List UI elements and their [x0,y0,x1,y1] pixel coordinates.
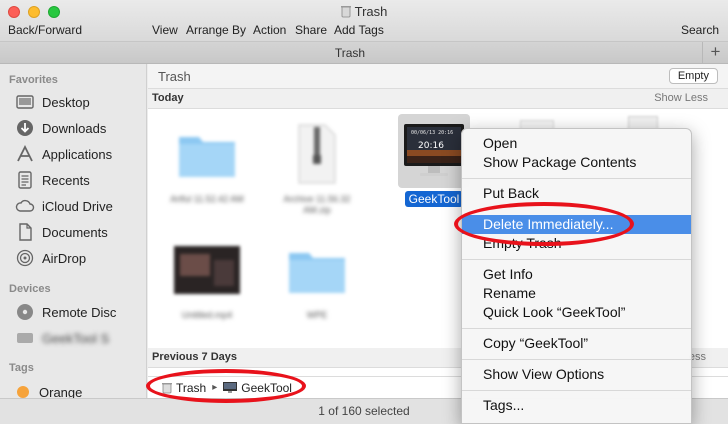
sidebar-header-tags: Tags [9,362,34,374]
sidebar-item-airdrop[interactable]: AirDrop [15,247,86,269]
path-crumb-geektool[interactable]: GeekTool [223,381,292,395]
sidebar-item-label: GeekTool S [42,330,110,346]
sidebar-item-desktop[interactable]: Desktop [15,91,90,113]
chevron-right-icon: ▸ [212,382,218,393]
menu-item-put-back[interactable]: Put Back [462,184,691,203]
back-forward-button[interactable]: Back/Forward [8,23,82,37]
folder-icon [171,118,243,190]
menu-item-rename[interactable]: Rename [462,284,691,303]
menu-item-quick-look[interactable]: Quick Look “GeekTool” [462,303,691,322]
sidebar-item-recents[interactable]: Recents [15,169,90,191]
new-tab-button[interactable]: + [702,42,728,64]
show-less-link[interactable]: Show Less [654,92,708,104]
sidebar-item-label: Orange [39,384,83,399]
tab-trash[interactable]: Trash [0,46,700,60]
folder-icon [281,234,353,306]
menu-item-show-view-options[interactable]: Show View Options [462,365,691,384]
arrange-by-button[interactable]: Arrange By [186,23,246,37]
trash-icon [162,382,172,393]
sidebar-header-favorites: Favorites [9,74,58,86]
sidebar-item-remote-disc[interactable]: Remote Disc [15,301,116,323]
menu-item-empty-trash[interactable]: Empty Trash [462,234,691,253]
share-button[interactable]: Share [295,23,327,37]
disc-icon [15,303,35,321]
file-item[interactable]: Artful 11.52.42 AM [166,118,248,205]
search-button[interactable]: Search [681,23,719,37]
toolbar: Trash Back/Forward View Arrange By Actio… [0,0,728,42]
sidebar-item-label: Downloads [42,120,107,136]
action-button[interactable]: Action [253,23,286,37]
geektool-app-icon [223,382,238,393]
recents-icon [15,171,35,189]
tab-bar: Trash + [0,42,728,64]
sidebar-item-label: Recents [42,172,90,188]
sidebar-header-devices: Devices [9,283,51,295]
video-thumbnail-icon [171,234,243,306]
orange-tag-icon [17,386,29,398]
file-item[interactable]: Archive 11.56.32 AM.zip [276,118,358,216]
sidebar-item-label: Documents [42,224,108,240]
airdrop-icon [15,249,35,267]
icloud-icon [15,197,35,215]
sidebar-item-applications[interactable]: Applications [15,143,112,165]
sidebar-item-downloads[interactable]: Downloads [15,117,106,139]
location-header: Trash Empty [148,64,728,89]
path-crumb-label: Trash [176,380,207,395]
menu-item-delete-immediately[interactable]: Delete Immediately... [462,215,691,234]
menu-separator [462,390,691,391]
path-crumb-trash[interactable]: Trash [162,381,206,395]
trash-icon [340,6,351,18]
window-title-text: Trash [354,4,388,19]
downloads-icon [15,119,35,137]
menu-separator [462,259,691,260]
file-label: Artful 11.52.42 AM [170,194,244,204]
add-tags-button[interactable]: Add Tags [334,23,384,37]
sidebar-item-tag-orange[interactable]: Orange [12,381,82,398]
menu-item-copy[interactable]: Copy “GeekTool” [462,334,691,353]
selected-file-label: GeekTool [404,191,464,207]
sidebar-item-label: Remote Disc [42,304,117,320]
zip-archive-icon [281,118,353,190]
group-title: Today [152,92,184,104]
location-title: Trash [158,69,191,84]
file-item[interactable]: Untitled.mp4 [166,234,248,321]
file-label: Archive 11.56.32 AM.zip [283,194,351,215]
menu-item-tags[interactable]: Tags... [462,396,691,415]
menu-item-show-package-contents[interactable]: Show Package Contents [462,153,691,172]
file-label: Untitled.mp4 [181,310,233,320]
menu-separator [462,328,691,329]
window-title: Trash [0,4,728,19]
menu-separator [462,359,691,360]
view-button[interactable]: View [152,23,178,37]
geektool-app-icon: 00/06/13 20:16 20:16 [398,114,470,188]
sidebar-item-icloud-drive[interactable]: iCloud Drive [15,195,113,217]
documents-icon [15,223,35,241]
applications-icon [15,145,35,163]
menu-separator [462,178,691,179]
sidebar-item-label: AirDrop [42,250,87,266]
file-item[interactable]: WPE [276,234,358,321]
sidebar-item-label: Desktop [42,94,90,110]
group-title: Previous 7 Days [152,351,237,363]
sidebar: Favorites Desktop Downloads Applications… [0,64,147,398]
finder-window: Trash Back/Forward View Arrange By Actio… [0,0,728,424]
path-crumb-label: GeekTool [241,380,292,395]
geektool-screen-date: 00/06/13 20:16 [411,130,453,136]
geektool-screen-time: 20:16 [418,141,444,151]
menu-item-open[interactable]: Open [462,134,691,153]
context-menu: Open Show Package Contents Put Back Dele… [461,128,692,424]
sidebar-item-geektool-disk[interactable]: GeekTool S [15,327,109,349]
sidebar-item-documents[interactable]: Documents [15,221,108,243]
sidebar-item-label: iCloud Drive [42,198,113,214]
menu-item-get-info[interactable]: Get Info [462,265,691,284]
file-label: WPE [306,310,328,320]
group-header-today: Today Show Less [148,89,728,109]
desktop-icon [15,93,35,111]
empty-trash-button[interactable]: Empty [668,68,718,84]
sidebar-item-label: Applications [42,146,113,162]
disk-icon [15,329,35,347]
